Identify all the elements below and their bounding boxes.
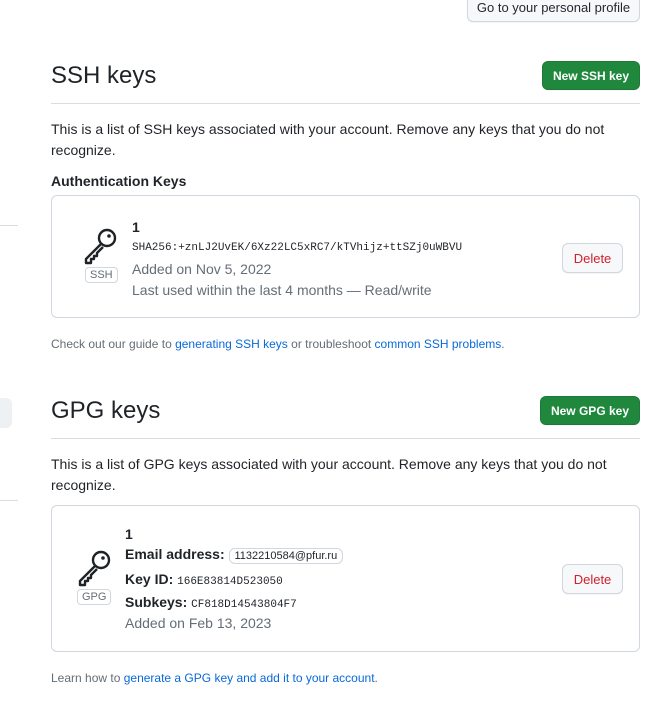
new-ssh-key-label: New SSH key — [552, 68, 630, 83]
gpg-subkeys-label: Subkeys: — [125, 594, 188, 610]
generating-ssh-keys-link[interactable]: generating SSH keys — [175, 337, 288, 351]
ssh-guide-middle: or troubleshoot — [287, 337, 375, 351]
delete-gpg-key-label: Delete — [573, 571, 612, 587]
key-icon — [78, 550, 111, 587]
new-gpg-key-button[interactable]: New GPG key — [540, 396, 640, 425]
gpg-email-label: Email address: — [125, 546, 225, 562]
delete-ssh-key-button[interactable]: Delete — [562, 243, 623, 273]
ssh-key-name: 1 — [132, 219, 140, 235]
gpg-key-name: 1 — [125, 526, 133, 542]
ssh-fingerprint: SHA256:+znLJ2UvEK/6Xz22LC5xRC7/kTVhijz+t… — [132, 242, 463, 254]
sidebar-divider — [0, 225, 18, 226]
delete-ssh-key-label: Delete — [573, 250, 612, 266]
ssh-added-date: Added on Nov 5, 2022 — [132, 261, 272, 277]
sidebar-active-item[interactable] — [0, 398, 12, 428]
ssh-guide-suffix: . — [501, 337, 505, 351]
ssh-guide-note: Check out our guide to generating SSH ke… — [51, 337, 505, 351]
ssh-badge: SSH — [85, 267, 118, 283]
gpg-email-row: Email address: 1132210584@pfur.ru — [125, 546, 344, 564]
gpg-title-divider — [51, 438, 640, 439]
gpg-email-value: 1132210584@pfur.ru — [228, 548, 344, 564]
ssh-last-used: Last used within the last 4 months — Rea… — [132, 282, 432, 298]
new-ssh-key-button[interactable]: New SSH key — [542, 61, 640, 90]
sidebar-divider — [0, 500, 18, 501]
authentication-keys-heading: Authentication Keys — [51, 173, 187, 189]
gpg-badge: GPG — [77, 589, 112, 605]
gpg-subkeys-value: CF818D14543804F7 — [191, 599, 297, 611]
gpg-keys-title: GPG keys — [51, 397, 161, 424]
gpg-added-date: Added on Feb 13, 2023 — [125, 615, 272, 631]
go-to-profile-button[interactable]: Go to your personal profile — [467, 0, 640, 22]
delete-gpg-key-button[interactable]: Delete — [562, 564, 623, 594]
ssh-keys-title: SSH keys — [51, 62, 157, 89]
gpg-guide-note: Learn how to generate a GPG key and add … — [51, 671, 378, 685]
new-gpg-key-label: New GPG key — [550, 403, 630, 418]
gpg-key-id-value: 166E83814D523050 — [177, 576, 283, 588]
common-ssh-problems-link[interactable]: common SSH problems — [375, 337, 502, 351]
gpg-description: This is a list of GPG keys associated wi… — [51, 456, 607, 493]
gpg-subkeys-row: Subkeys: CF818D14543804F7 — [125, 594, 297, 611]
gpg-key-id-label: Key ID: — [125, 571, 174, 587]
gpg-key-id-row: Key ID: 166E83814D523050 — [125, 571, 283, 588]
ssh-description: This is a list of SSH keys associated wi… — [51, 121, 605, 158]
gpg-key-card: GPG 1 Email address: 1132210584@pfur.ru … — [51, 505, 640, 652]
go-to-profile-label: Go to your personal profile — [476, 0, 631, 15]
gpg-guide-suffix: . — [374, 671, 378, 685]
ssh-title-divider — [51, 103, 640, 104]
ssh-key-card: SSH 1 SHA256:+znLJ2UvEK/6Xz22LC5xRC7/kTV… — [51, 195, 640, 318]
key-icon — [84, 228, 117, 265]
generate-gpg-key-link[interactable]: generate a GPG key and add it to your ac… — [124, 671, 375, 685]
gpg-guide-prefix: Learn how to — [51, 671, 124, 685]
ssh-guide-prefix: Check out our guide to — [51, 337, 176, 351]
